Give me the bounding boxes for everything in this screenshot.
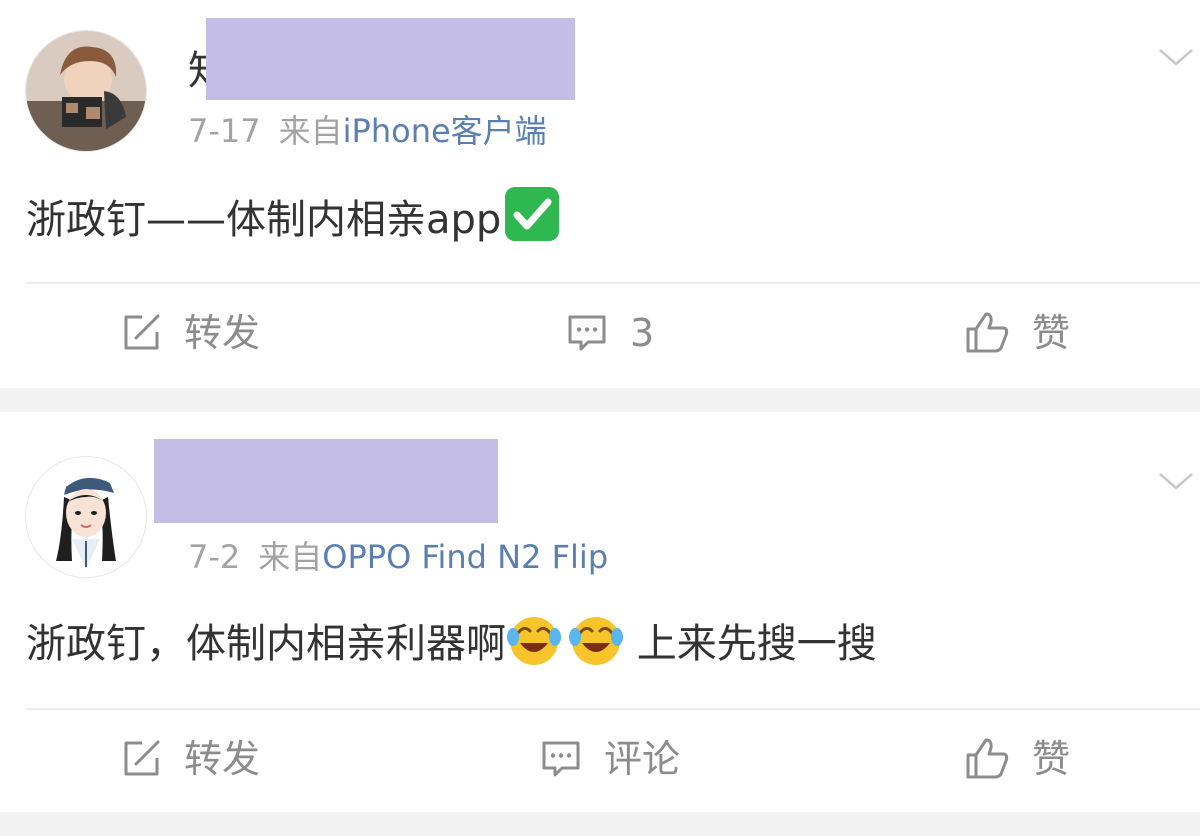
post-date: 7-2 [188,538,241,576]
chevron-down-icon[interactable] [1156,466,1196,496]
action-divider [26,708,1200,710]
username-redaction [154,439,498,523]
user-avatar[interactable] [25,456,147,578]
post-text: 浙政钉，体制内相亲利器啊 [26,621,506,667]
post-source[interactable]: iPhone客户端 [343,112,547,150]
thumbs-up-icon [964,310,1010,356]
edit-square-icon [120,738,162,780]
source-prefix: 来自 [278,112,343,150]
repost-label: 转发 [184,311,261,355]
post-date: 7-17 [188,112,261,150]
action-divider [26,282,1200,284]
comment-label: 评论 [604,737,681,781]
comment-button[interactable]: 评论 [540,714,680,804]
chevron-down-icon[interactable] [1156,42,1196,72]
comment-button[interactable]: 3 [566,288,654,378]
comment-label: 3 [630,311,655,355]
action-bar: 转发 3 赞 [0,288,1200,378]
post-source[interactable]: OPPO Find N2 Flip [322,538,608,576]
like-button[interactable]: 赞 [964,288,1070,378]
face-with-tears-of-joy-emoji [507,617,561,665]
check-mark-button-emoji [505,187,560,241]
like-button[interactable]: 赞 [964,714,1070,804]
user-avatar[interactable] [25,30,147,152]
post-text-after: 上来先搜一搜 [624,621,877,667]
post-meta: 7-17 来自iPhone客户端 [188,112,547,150]
action-bar: 转发 评论 赞 [0,714,1200,804]
like-label: 赞 [1032,737,1071,781]
repost-button[interactable]: 转发 [120,714,260,804]
thumbs-up-icon [964,736,1010,782]
like-label: 赞 [1032,311,1071,355]
comment-bubble-icon [566,312,608,354]
post-meta: 7-2 来自OPPO Find N2 Flip [188,538,608,576]
post-content: 浙政钉，体制内相亲利器啊 上来先搜一搜 [26,611,877,672]
weibo-post: 知 7-17来自iPhone客户端 浙政钉——体制内相亲app 转发 [0,0,1200,388]
comment-bubble-icon [540,738,582,780]
post-text: 浙政钉——体制内相亲app [26,197,502,243]
face-with-tears-of-joy-emoji [569,617,623,665]
weibo-post: 7-2 来自OPPO Find N2 Flip 浙政钉，体制内相亲利器啊 上来先搜… [0,412,1200,812]
repost-button[interactable]: 转发 [120,288,260,378]
repost-label: 转发 [184,737,261,781]
username-redaction [206,18,575,100]
edit-square-icon [120,312,162,354]
post-content: 浙政钉——体制内相亲app [26,185,561,248]
source-prefix: 来自 [258,538,323,576]
